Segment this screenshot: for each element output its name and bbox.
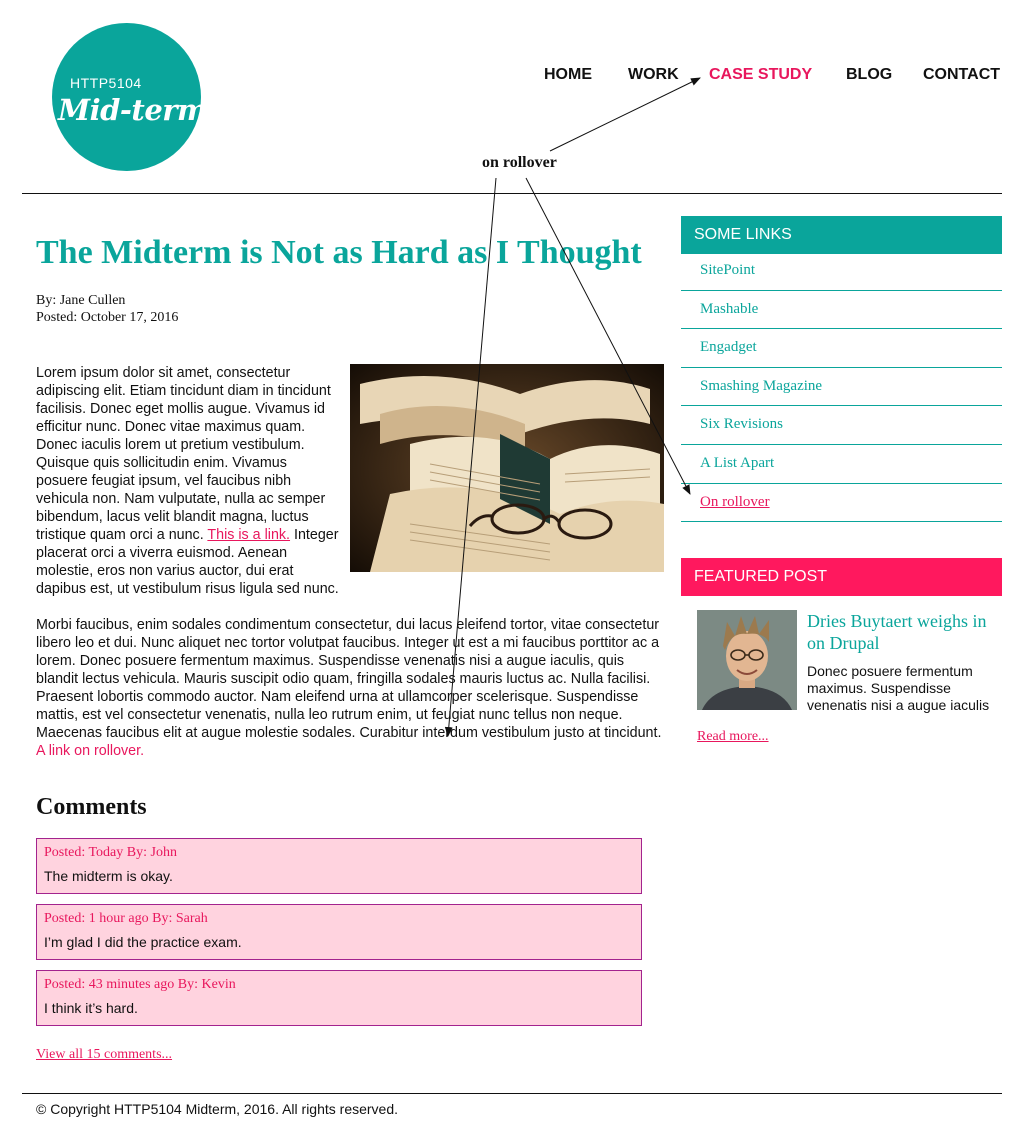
sidebar-link-six-revisions[interactable]: Six Revisions <box>681 406 1002 445</box>
nav-blog[interactable]: BLOG <box>846 66 892 84</box>
comment-meta: Posted: 1 hour ago By: Sarah <box>44 911 208 926</box>
featured-post-excerpt: Donec posuere fermentum maximus. Suspend… <box>807 663 990 713</box>
header-divider <box>22 193 1002 194</box>
comment-meta: Posted: 43 minutes ago By: Kevin <box>44 977 236 992</box>
sidebar-link-smashing-magazine[interactable]: Smashing Magazine <box>681 368 1002 407</box>
nav-case-study[interactable]: CASE STUDY <box>709 66 812 84</box>
arrow-to-case-study <box>549 77 701 152</box>
comment-text: The midterm is okay. <box>44 868 173 884</box>
site-logo[interactable]: HTTP5104 Mid-term <box>52 23 208 171</box>
sidebar-link-engadget[interactable]: Engadget <box>681 329 1002 368</box>
logo-course-code: HTTP5104 <box>70 75 142 91</box>
inline-link[interactable]: This is a link. <box>207 527 290 543</box>
featured-post-heading: FEATURED POST <box>681 558 1002 596</box>
comment-item: Posted: Today By: John The midterm is ok… <box>36 838 642 894</box>
rollover-link[interactable]: A link on rollover. <box>36 743 144 759</box>
featured-post-title[interactable]: Dries Buytaert weighs in on Drupal <box>807 610 987 654</box>
sidebar-links-list: SitePoint Mashable Engadget Smashing Mag… <box>681 252 1002 523</box>
comment-text: I think it’s hard. <box>44 1000 138 1016</box>
article-posted-date: Posted: October 17, 2016 <box>36 310 179 325</box>
sidebar-link-sitepoint[interactable]: SitePoint <box>681 252 1002 291</box>
article-body: Lorem ipsum dolor sit amet, consectetur … <box>36 364 664 778</box>
comments-heading: Comments <box>36 794 147 820</box>
author-portrait <box>697 610 797 710</box>
sidebar-link-mashable[interactable]: Mashable <box>681 291 1002 330</box>
comment-text: I’m glad I did the practice exam. <box>44 934 242 950</box>
paragraph-1-text: Lorem ipsum dolor sit amet, consectetur … <box>36 365 331 543</box>
footer-copyright: © Copyright HTTP5104 Midterm, 2016. All … <box>36 1101 399 1117</box>
comment-item: Posted: 43 minutes ago By: Kevin I think… <box>36 970 642 1026</box>
article-byline: By: Jane Cullen <box>36 293 126 308</box>
books-glasses-image <box>350 364 664 572</box>
comment-meta: Posted: Today By: John <box>44 845 177 860</box>
nav-home[interactable]: HOME <box>544 66 592 84</box>
featured-author-photo <box>697 610 797 710</box>
view-all-comments-link[interactable]: View all 15 comments... <box>36 1047 172 1063</box>
article-title: The Midterm is Not as Hard as I Thought <box>36 234 642 271</box>
nav-work[interactable]: WORK <box>628 66 679 84</box>
books-illustration <box>350 364 664 572</box>
sidebar-link-on-rollover[interactable]: On rollover <box>681 484 1002 523</box>
some-links-heading: SOME LINKS <box>681 216 1002 254</box>
paragraph-2-text: Morbi faucibus, enim sodales condimentum… <box>36 617 662 741</box>
logo-title: Mid-term <box>58 93 208 127</box>
comment-item: Posted: 1 hour ago By: Sarah I’m glad I … <box>36 904 642 960</box>
nav-contact[interactable]: CONTACT <box>923 66 1000 84</box>
sidebar-link-a-list-apart[interactable]: A List Apart <box>681 445 1002 484</box>
annotation-label: on rollover <box>482 154 557 171</box>
read-more-link[interactable]: Read more... <box>697 729 769 745</box>
footer-divider <box>22 1093 1002 1094</box>
